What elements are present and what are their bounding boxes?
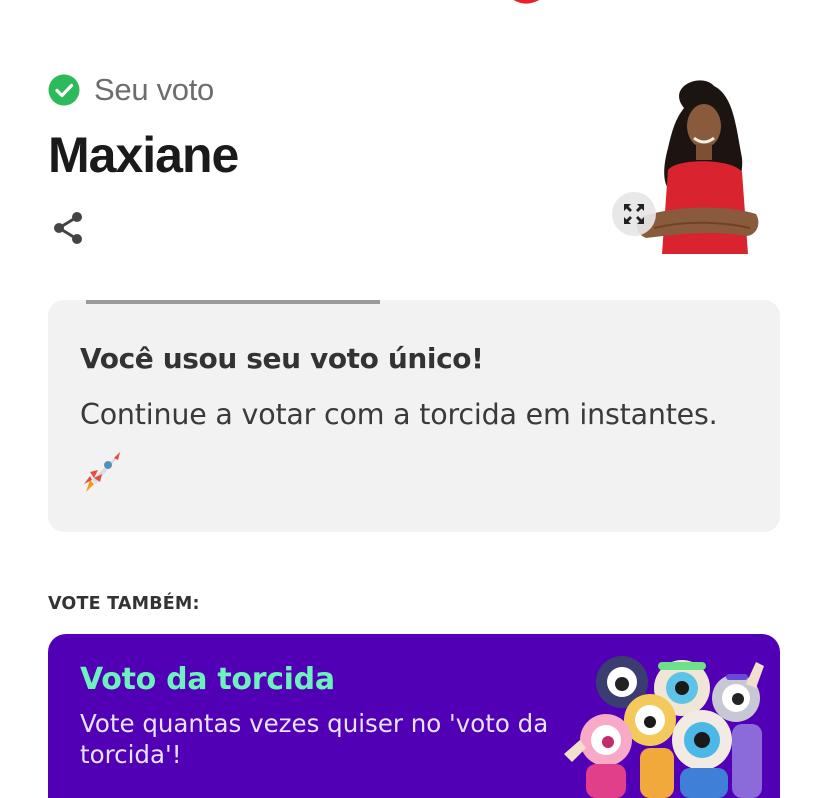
- vote-status: Seu voto: [48, 72, 214, 108]
- progress-bar: [86, 300, 380, 304]
- logo-fragment-icon: [513, 0, 539, 4]
- fan-vote-description: Vote quantas vezes quiser no 'voto da to…: [80, 709, 549, 769]
- eye-mascots-illustration: [564, 656, 764, 798]
- check-circle-icon: [48, 74, 80, 106]
- info-card-text: Continue a votar com a torcida em instan…: [80, 398, 718, 431]
- single-vote-info-card: Você usou seu voto único! Continue a vot…: [48, 300, 780, 532]
- vote-status-label: Seu voto: [94, 72, 214, 107]
- progress-bar-fill: [86, 300, 380, 304]
- expand-photo-button[interactable]: [612, 192, 656, 236]
- fan-vote-card[interactable]: Voto da torcida Vote quantas vezes quise…: [48, 634, 780, 798]
- vote-also-heading: VOTE TAMBÉM:: [48, 594, 200, 614]
- share-icon: [54, 212, 82, 244]
- share-button[interactable]: [48, 208, 88, 248]
- info-card-title: Você usou seu voto único!: [80, 342, 484, 375]
- candidate-name: Maxiane: [48, 127, 239, 183]
- fan-vote-title: Voto da torcida: [80, 662, 335, 697]
- candidate-photo: [606, 78, 780, 254]
- rocket-icon: [84, 451, 121, 492]
- expand-icon: [624, 204, 644, 224]
- vote-confirmation-page: Seu voto Maxiane Você usou seu voto únic…: [0, 0, 827, 798]
